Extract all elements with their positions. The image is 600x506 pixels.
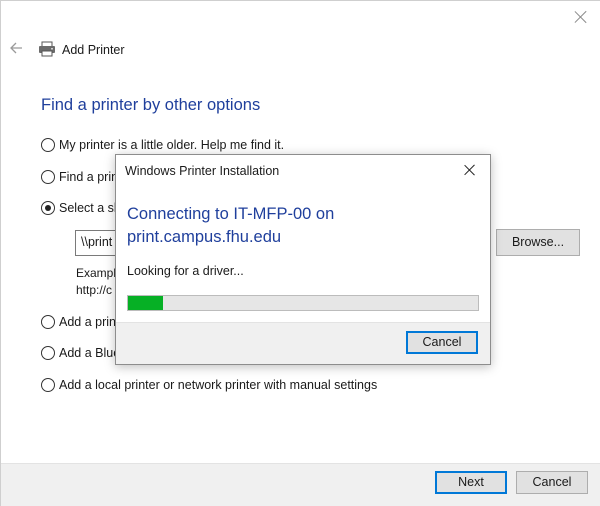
browse-button[interactable]: Browse... <box>496 229 580 256</box>
page-heading: Find a printer by other options <box>41 96 261 114</box>
option-older-printer[interactable]: My printer is a little older. Help me fi… <box>41 138 284 152</box>
printer-installation-dialog: Windows Printer Installation Connecting … <box>115 154 491 365</box>
window-title: Add Printer <box>62 43 125 57</box>
progress-bar <box>127 295 479 311</box>
option-label: My printer is a little older. Help me fi… <box>59 138 285 152</box>
dialog-close-icon[interactable] <box>464 164 476 176</box>
cancel-button[interactable]: Cancel <box>516 471 588 494</box>
dialog-status: Looking for a driver... <box>127 264 244 278</box>
radio-button[interactable] <box>41 378 55 392</box>
radio-button[interactable] <box>41 138 55 152</box>
option-label: Add a Blue <box>59 346 121 360</box>
option-label: Add a local printer or network printer w… <box>59 378 378 392</box>
option-select-shared[interactable]: Select a sh <box>41 201 121 215</box>
dialog-heading: Connecting to IT-MFP-00 on print.campus.… <box>127 205 335 246</box>
example-line: http://c <box>76 283 113 297</box>
close-icon[interactable] <box>574 10 588 24</box>
wizard-footer <box>1 463 600 506</box>
printer-icon <box>38 41 56 57</box>
example-line: Exampl <box>76 266 117 280</box>
next-button[interactable]: Next <box>435 471 507 494</box>
progress-fill <box>128 296 163 310</box>
option-add-local[interactable]: Add a local printer or network printer w… <box>41 378 377 392</box>
back-arrow-icon[interactable] <box>9 41 25 57</box>
option-find-printer[interactable]: Find a prin <box>41 170 118 184</box>
radio-button[interactable] <box>41 315 55 329</box>
option-add-bluetooth[interactable]: Add a Blue <box>41 346 120 360</box>
option-add-tcpip[interactable]: Add a prin <box>41 315 116 329</box>
option-label: Find a prin <box>59 170 119 184</box>
option-label: Add a prin <box>59 315 116 329</box>
radio-button-selected[interactable] <box>41 201 55 215</box>
radio-button[interactable] <box>41 346 55 360</box>
option-label: Select a sh <box>59 201 121 215</box>
dialog-title: Windows Printer Installation <box>125 164 280 178</box>
radio-button[interactable] <box>41 170 55 184</box>
dialog-cancel-button[interactable]: Cancel <box>406 331 478 354</box>
example-text: Exampl http://c <box>76 265 116 299</box>
